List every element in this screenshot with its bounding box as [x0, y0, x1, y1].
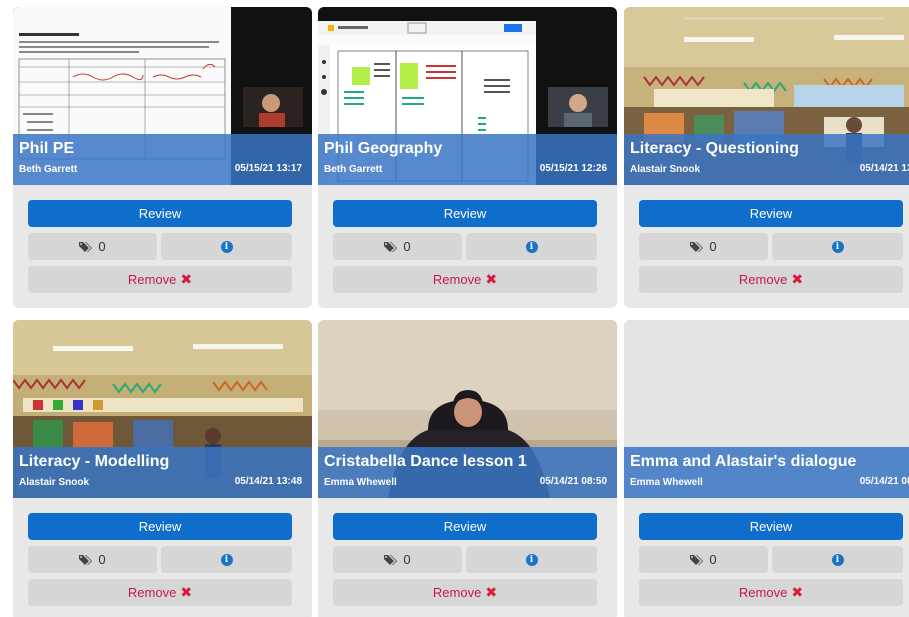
- tag-count: 0: [98, 552, 106, 567]
- tag-count: 0: [98, 239, 106, 254]
- info-circle-icon: i: [831, 240, 844, 253]
- video-card: Cristabella Dance lesson 1 Emma Whewell …: [318, 320, 617, 617]
- tags-button[interactable]: 0: [639, 546, 768, 573]
- video-title: Literacy - Questioning: [630, 140, 799, 157]
- video-caption: Literacy - Modelling Alastair Snook 05/1…: [13, 447, 312, 498]
- review-button[interactable]: Review: [333, 513, 597, 540]
- tags-icon: [690, 241, 706, 253]
- tags-icon: [79, 241, 95, 253]
- close-icon: ✖: [180, 584, 193, 600]
- review-button[interactable]: Review: [639, 513, 903, 540]
- info-circle-icon: i: [831, 553, 844, 566]
- review-button[interactable]: Review: [333, 200, 597, 227]
- info-circle-icon: i: [525, 553, 538, 566]
- info-button[interactable]: i: [466, 546, 597, 573]
- video-caption: Phil PE Beth Garrett 05/15/21 13:17: [13, 134, 312, 185]
- info-button[interactable]: i: [161, 233, 292, 260]
- tags-button[interactable]: 0: [28, 233, 157, 260]
- video-title: Phil PE: [19, 140, 75, 157]
- tags-icon: [384, 241, 400, 253]
- video-date: 05/15/21 13:17: [234, 163, 302, 174]
- video-card: Phil Geography Beth Garrett 05/15/21 12:…: [318, 7, 617, 308]
- remove-button[interactable]: Remove ✖: [333, 266, 597, 293]
- review-button[interactable]: Review: [28, 200, 292, 227]
- close-icon: ✖: [791, 584, 804, 600]
- video-date: 05/14/21 08:48: [859, 476, 909, 487]
- remove-button[interactable]: Remove ✖: [28, 579, 292, 606]
- video-author: Beth Garrett: [19, 164, 78, 175]
- tag-count: 0: [403, 239, 411, 254]
- info-circle-icon: i: [525, 240, 538, 253]
- review-button[interactable]: Review: [28, 513, 292, 540]
- video-date: 05/14/21 08:50: [539, 476, 607, 487]
- close-icon: ✖: [485, 584, 498, 600]
- info-button[interactable]: i: [466, 233, 597, 260]
- tags-icon: [79, 554, 95, 566]
- video-author: Emma Whewell: [324, 477, 397, 488]
- video-author: Alastair Snook: [19, 477, 90, 488]
- video-grid: Phil PE Beth Garrett 05/15/21 13:17 Revi…: [0, 0, 909, 617]
- video-caption: Emma and Alastair's dialogue Emma Whewel…: [624, 447, 909, 498]
- tags-button[interactable]: 0: [28, 546, 157, 573]
- close-icon: ✖: [791, 271, 804, 287]
- info-button[interactable]: i: [772, 546, 903, 573]
- video-caption: Literacy - Questioning Alastair Snook 05…: [624, 134, 909, 185]
- video-card: Literacy - Questioning Alastair Snook 05…: [624, 7, 909, 308]
- tag-count: 0: [403, 552, 411, 567]
- video-date: 05/14/21 13:55: [859, 163, 909, 174]
- video-card: Emma and Alastair's dialogue Emma Whewel…: [624, 320, 909, 617]
- video-date: 05/14/21 13:48: [234, 476, 302, 487]
- video-author: Emma Whewell: [630, 477, 703, 488]
- video-title: Literacy - Modelling: [19, 453, 170, 470]
- tags-icon: [384, 554, 400, 566]
- info-button[interactable]: i: [161, 546, 292, 573]
- info-circle-icon: i: [220, 240, 233, 253]
- tags-button[interactable]: 0: [333, 546, 462, 573]
- review-button[interactable]: Review: [639, 200, 903, 227]
- info-circle-icon: i: [220, 553, 233, 566]
- remove-button[interactable]: Remove ✖: [639, 266, 903, 293]
- video-card: Literacy - Modelling Alastair Snook 05/1…: [13, 320, 312, 617]
- info-button[interactable]: i: [772, 233, 903, 260]
- video-caption: Phil Geography Beth Garrett 05/15/21 12:…: [318, 134, 617, 185]
- remove-button[interactable]: Remove ✖: [639, 579, 903, 606]
- video-title: Cristabella Dance lesson 1: [324, 453, 527, 470]
- video-caption: Cristabella Dance lesson 1 Emma Whewell …: [318, 447, 617, 498]
- video-date: 05/15/21 12:26: [539, 163, 607, 174]
- close-icon: ✖: [180, 271, 193, 287]
- video-title: Phil Geography: [324, 140, 443, 157]
- video-title: Emma and Alastair's dialogue: [630, 453, 857, 470]
- remove-button[interactable]: Remove ✖: [333, 579, 597, 606]
- close-icon: ✖: [485, 271, 498, 287]
- video-author: Alastair Snook: [630, 164, 701, 175]
- tags-icon: [690, 554, 706, 566]
- tag-count: 0: [709, 552, 717, 567]
- tags-button[interactable]: 0: [639, 233, 768, 260]
- tag-count: 0: [709, 239, 717, 254]
- remove-button[interactable]: Remove ✖: [28, 266, 292, 293]
- video-card: Phil PE Beth Garrett 05/15/21 13:17 Revi…: [13, 7, 312, 308]
- tags-button[interactable]: 0: [333, 233, 462, 260]
- video-author: Beth Garrett: [324, 164, 383, 175]
